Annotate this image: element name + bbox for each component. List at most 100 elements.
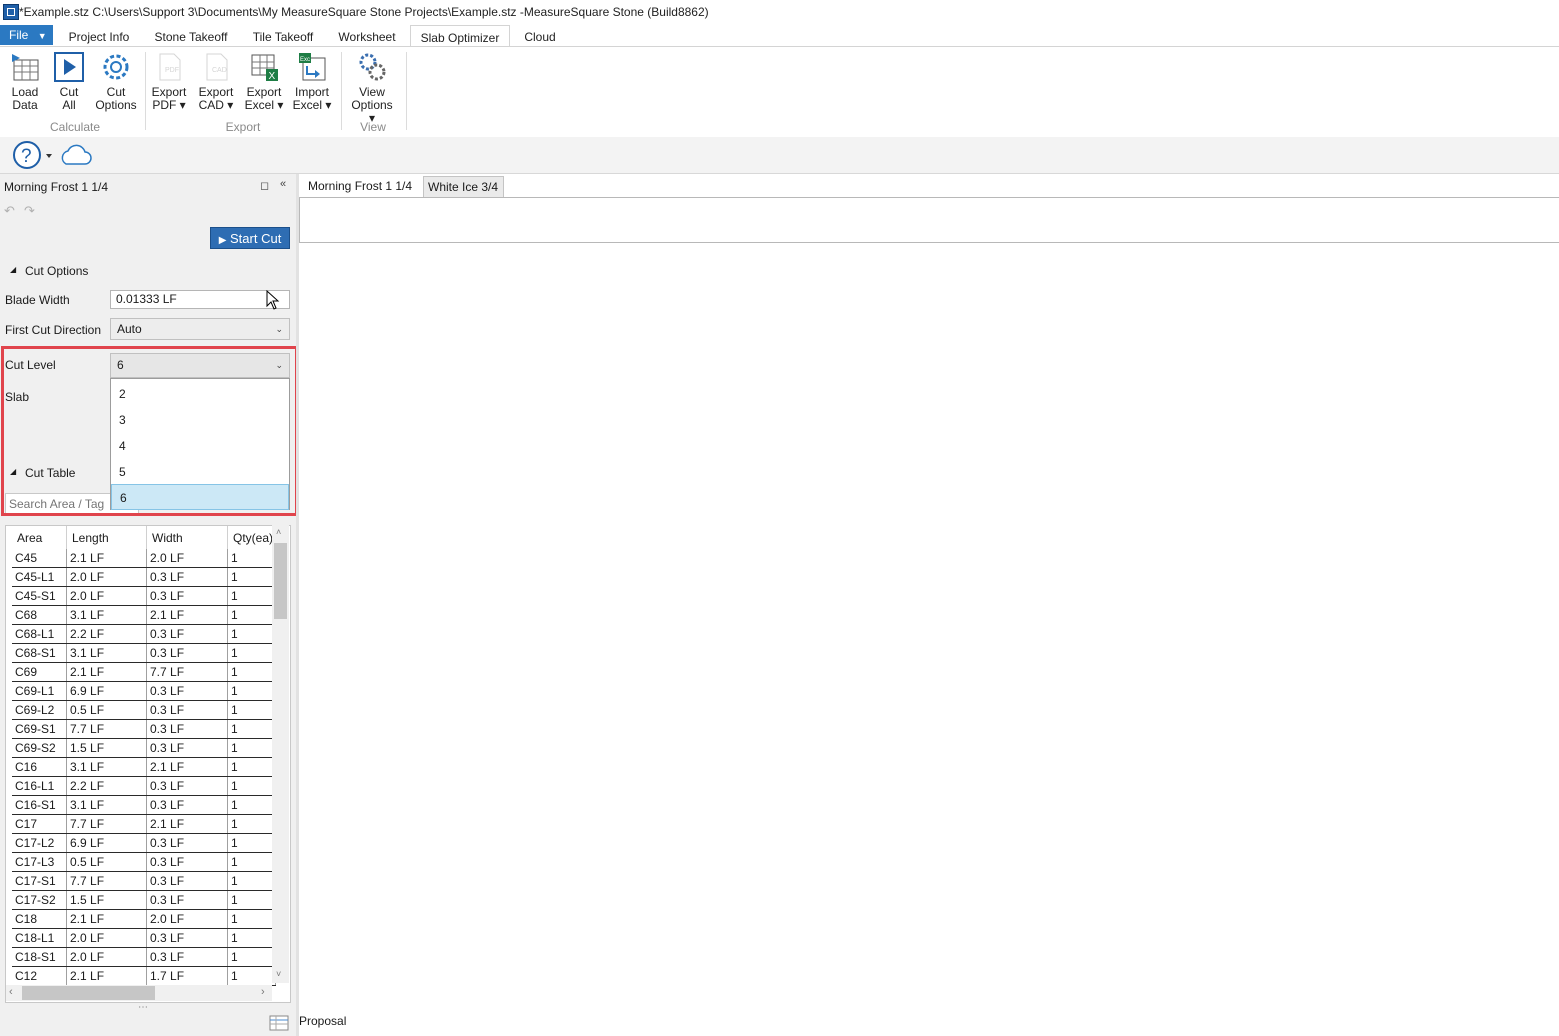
tab-project-info[interactable]: Project Info: [57, 25, 141, 47]
table-row[interactable]: C69 2.1 LF 7.7 LF 1: [12, 662, 276, 682]
import-excel-label-2: Excel ▾: [292, 98, 332, 112]
cell-qty: 1: [227, 681, 276, 701]
cloud-button[interactable]: [58, 143, 92, 170]
cell-width: 2.0 LF: [146, 909, 228, 929]
collapse-icon[interactable]: «: [280, 178, 286, 190]
table-row[interactable]: C17-L2 6.9 LF 0.3 LF 1: [12, 833, 276, 853]
table-row[interactable]: C45 2.1 LF 2.0 LF 1: [12, 549, 276, 568]
group-separator: [341, 52, 342, 130]
tab-white-ice[interactable]: White Ice 3/4: [423, 176, 504, 198]
scroll-down-icon[interactable]: ˅: [276, 969, 281, 979]
cloud-icon: [61, 144, 92, 165]
cell-length: 3.1 LF: [66, 757, 147, 777]
scroll-left-icon[interactable]: ‹: [9, 986, 13, 998]
cell-qty: 1: [227, 567, 276, 587]
table-row[interactable]: C12 2.1 LF 1.7 LF 1: [12, 966, 276, 986]
table-row[interactable]: C68 3.1 LF 2.1 LF 1: [12, 605, 276, 625]
tab-slab-optimizer[interactable]: Slab Optimizer: [410, 25, 510, 47]
column-header-width[interactable]: Width: [146, 526, 228, 549]
scroll-up-icon[interactable]: ˄: [276, 527, 281, 537]
table-row[interactable]: C45-S1 2.0 LF 0.3 LF 1: [12, 586, 276, 606]
first-cut-direction-value: Auto: [117, 322, 142, 336]
tab-tile-takeoff[interactable]: Tile Takeoff: [243, 25, 323, 47]
cell-area: C17-L3: [12, 852, 67, 872]
import-excel-button[interactable]: Exc Import Excel ▾: [289, 52, 335, 112]
table-row[interactable]: C17 7.7 LF 2.1 LF 1: [12, 814, 276, 834]
pane-splitter[interactable]: [296, 174, 299, 1036]
proposal-icon[interactable]: [268, 1014, 290, 1032]
table-row[interactable]: C16-S1 3.1 LF 0.3 LF 1: [12, 795, 276, 815]
view-options-button[interactable]: View Options ▾: [347, 52, 397, 125]
first-cut-direction-select[interactable]: Auto ⌄: [110, 318, 290, 340]
cut-options-header[interactable]: Cut Options: [25, 264, 88, 278]
tab-worksheet[interactable]: Worksheet: [329, 25, 405, 47]
table-row[interactable]: C69-S2 1.5 LF 0.3 LF 1: [12, 738, 276, 758]
cell-area: C69-L2: [12, 700, 67, 720]
proposal-label[interactable]: Proposal: [299, 1014, 346, 1028]
cell-area: C17: [12, 814, 67, 834]
cell-length: 2.0 LF: [66, 928, 147, 948]
table-row[interactable]: C18-L1 2.0 LF 0.3 LF 1: [12, 928, 276, 948]
cell-area: C69-S1: [12, 719, 67, 739]
collapse-triangle-icon[interactable]: ◢: [10, 265, 16, 274]
table-row[interactable]: C69-S1 7.7 LF 0.3 LF 1: [12, 719, 276, 739]
blade-width-input[interactable]: 0.01333 LF: [110, 290, 290, 309]
cell-qty: 1: [227, 776, 276, 796]
table-row[interactable]: C18-S1 2.0 LF 0.3 LF 1: [12, 947, 276, 967]
window-title: *Example.stz C:\Users\Support 3\Document…: [19, 5, 709, 19]
tab-stone-takeoff[interactable]: Stone Takeoff: [145, 25, 237, 47]
group-export: Export: [225, 120, 261, 134]
vertical-scroll-thumb[interactable]: [274, 543, 287, 619]
view-options-label-1: View: [359, 85, 385, 99]
tab-morning-frost[interactable]: Morning Frost 1 1/4: [300, 176, 420, 198]
group-separator: [406, 52, 407, 130]
cell-qty: 1: [227, 738, 276, 758]
column-header-length[interactable]: Length: [66, 526, 147, 549]
cell-width: 0.3 LF: [146, 700, 228, 720]
table-row[interactable]: C17-S1 7.7 LF 0.3 LF 1: [12, 871, 276, 891]
table-row[interactable]: C16-L1 2.2 LF 0.3 LF 1: [12, 776, 276, 796]
svg-text:CAD: CAD: [212, 67, 227, 74]
column-header-qty[interactable]: Qty(ea): [227, 526, 276, 549]
export-pdf-button[interactable]: PDF Export PDF ▾: [146, 52, 192, 112]
export-cad-button[interactable]: CAD Export CAD ▾: [193, 52, 239, 112]
file-menu-button[interactable]: File ▼: [0, 25, 53, 45]
table-row[interactable]: C69-L2 0.5 LF 0.3 LF 1: [12, 700, 276, 720]
horizontal-scroll-thumb[interactable]: [22, 986, 155, 1000]
cell-length: 3.1 LF: [66, 643, 147, 663]
cut-options-button[interactable]: Cut Options: [93, 52, 139, 112]
table-row[interactable]: C17-S2 1.5 LF 0.3 LF 1: [12, 890, 276, 910]
restore-icon[interactable]: ◻: [260, 179, 269, 192]
cell-qty: 1: [227, 871, 276, 891]
table-row[interactable]: C18 2.1 LF 2.0 LF 1: [12, 909, 276, 929]
table-row[interactable]: C68-S1 3.1 LF 0.3 LF 1: [12, 643, 276, 663]
cut-table: Area Length Width Qty(ea) C45 2.1 LF 2.0 L…: [5, 525, 291, 1003]
cell-length: 2.1 LF: [66, 549, 147, 568]
cell-qty: 1: [227, 966, 276, 986]
load-data-button[interactable]: Load Data: [2, 52, 48, 112]
cut-all-button[interactable]: Cut All: [46, 52, 92, 112]
cell-length: 0.5 LF: [66, 700, 147, 720]
column-header-area[interactable]: Area: [12, 526, 67, 549]
redo-icon[interactable]: ↷: [24, 203, 35, 219]
svg-text:Exc: Exc: [300, 57, 310, 63]
resize-grip-icon[interactable]: ⋯: [138, 1002, 149, 1013]
table-row[interactable]: C45-L1 2.0 LF 0.3 LF 1: [12, 567, 276, 587]
cell-area: C17-L2: [12, 833, 67, 853]
export-excel-button[interactable]: X Export Excel ▾: [241, 52, 287, 112]
cell-width: 0.3 LF: [146, 833, 228, 853]
tab-cloud[interactable]: Cloud: [515, 25, 565, 47]
cell-width: 0.3 LF: [146, 776, 228, 796]
cell-area: C69: [12, 662, 67, 682]
cell-area: C16-L1: [12, 776, 67, 796]
table-row[interactable]: C16 3.1 LF 2.1 LF 1: [12, 757, 276, 777]
start-cut-button[interactable]: ▶ Start Cut: [210, 227, 290, 249]
help-button[interactable]: ?: [12, 140, 54, 173]
cell-qty: 1: [227, 833, 276, 853]
table-row[interactable]: C69-L1 6.9 LF 0.3 LF 1: [12, 681, 276, 701]
table-row[interactable]: C17-L3 0.5 LF 0.3 LF 1: [12, 852, 276, 872]
table-row[interactable]: C68-L1 2.2 LF 0.3 LF 1: [12, 624, 276, 644]
cell-qty: 1: [227, 719, 276, 739]
undo-icon[interactable]: ↶: [4, 203, 15, 219]
scroll-right-icon[interactable]: ›: [261, 986, 265, 998]
